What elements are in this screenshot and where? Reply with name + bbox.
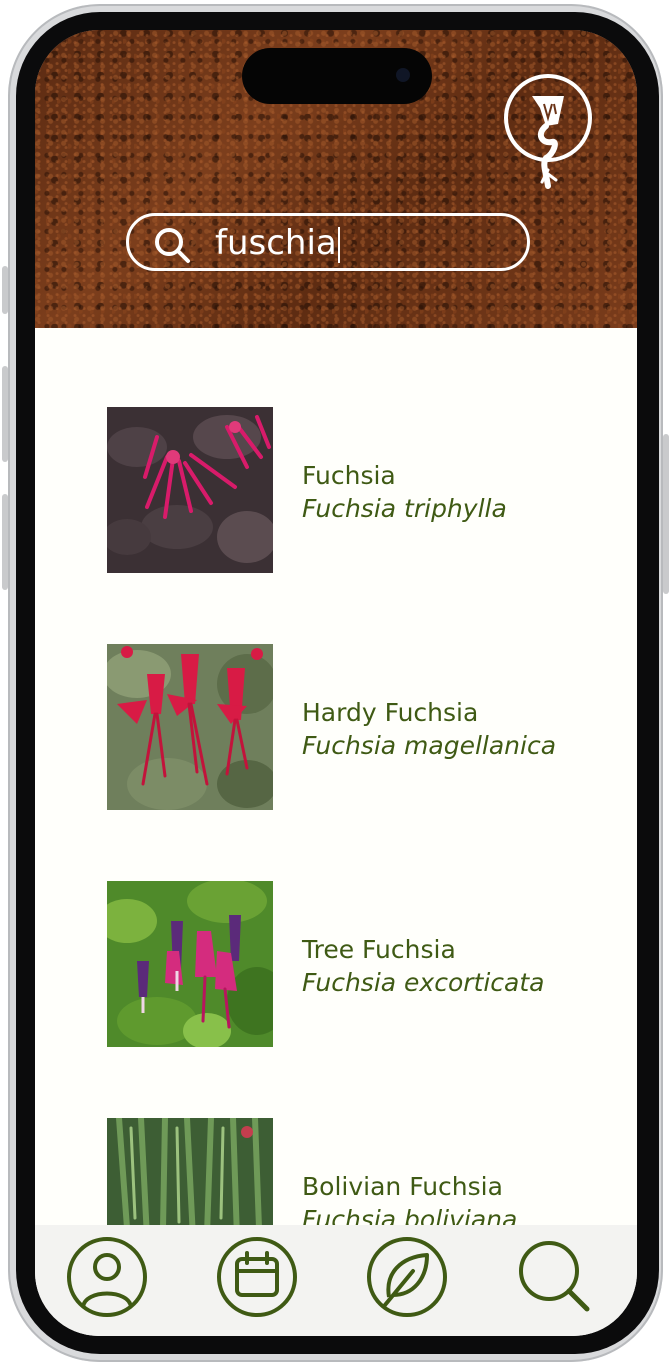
latin-name: Fuchsia triphylla — [302, 494, 507, 523]
volume-up-button — [2, 366, 8, 462]
action-button — [2, 266, 8, 314]
search-input-text: fuschia — [215, 223, 337, 263]
app-screen: fuschia Fuchsia Fuchsia triphylla Hardy … — [35, 30, 637, 1336]
leaf-icon[interactable] — [365, 1235, 449, 1319]
plant-names: Tree Fuchsia Fuchsia excorticata — [302, 933, 544, 999]
common-name: Hardy Fuchsia — [302, 698, 479, 727]
plant-names: Hardy Fuchsia Fuchsia magellanica — [302, 696, 556, 762]
latin-name: Fuchsia boliviana — [302, 1205, 518, 1225]
power-button — [663, 434, 669, 594]
latin-name: Fuchsia excorticata — [302, 968, 545, 997]
common-name: Tree Fuchsia — [302, 935, 456, 964]
front-camera — [396, 68, 410, 82]
volume-down-button — [2, 494, 8, 590]
search-input[interactable]: fuschia — [215, 222, 340, 264]
list-item[interactable]: Fuchsia Fuchsia triphylla — [107, 407, 567, 573]
list-item[interactable]: Hardy Fuchsia Fuchsia magellanica — [107, 644, 567, 810]
plant-names: Bolivian Fuchsia Fuchsia boliviana — [302, 1170, 517, 1225]
profile-icon[interactable] — [65, 1235, 149, 1319]
bottom-nav-bar — [35, 1225, 637, 1336]
calendar-icon[interactable] — [215, 1235, 299, 1319]
search-icon[interactable] — [513, 1235, 597, 1319]
common-name: Fuchsia — [302, 461, 396, 490]
plant-names: Fuchsia Fuchsia triphylla — [302, 459, 507, 525]
fuchsia-magellanica-photo — [107, 644, 273, 810]
text-caret — [337, 226, 340, 263]
dynamic-island — [242, 48, 432, 104]
search-bar[interactable]: fuschia — [126, 213, 530, 271]
header-soil-background: fuschia — [35, 30, 637, 328]
list-item[interactable]: Tree Fuchsia Fuchsia excorticata — [107, 881, 567, 1047]
common-name: Bolivian Fuchsia — [302, 1172, 503, 1201]
fuchsia-excorticata-photo — [107, 881, 273, 1047]
fuchsia-boliviana-photo — [107, 1118, 273, 1225]
fuchsia-triphylla-photo — [107, 407, 273, 573]
search-icon — [155, 228, 190, 263]
latin-name: Fuchsia magellanica — [302, 731, 557, 760]
list-item[interactable]: Bolivian Fuchsia Fuchsia boliviana — [107, 1118, 567, 1225]
results-list: Fuchsia Fuchsia triphylla Hardy Fuchsia … — [35, 328, 637, 1225]
plant-logo-icon[interactable] — [502, 74, 594, 192]
